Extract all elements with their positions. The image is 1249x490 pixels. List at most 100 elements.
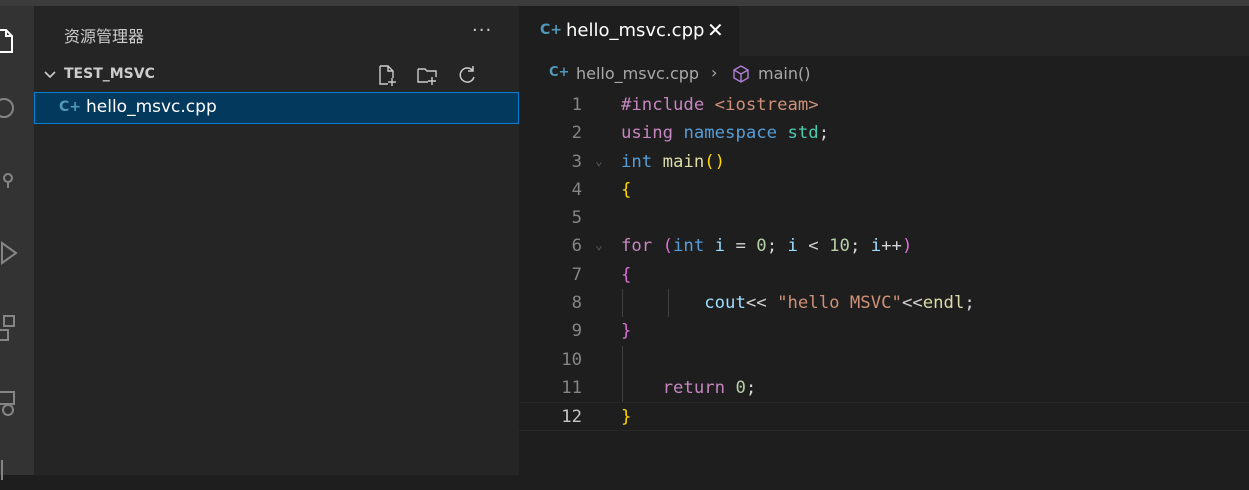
remote-explorer-icon[interactable] [0,388,18,418]
tab-bar: C+ hello_msvc.cpp ✕ [519,6,1249,56]
breadcrumb-symbol[interactable]: main() [758,64,810,83]
line-number: 9 [571,321,582,342]
code-token: ( [662,236,674,257]
code-token: ; [964,293,975,314]
code-token: main [662,151,705,172]
code-token: using [621,123,684,144]
code-text: int main() [621,148,725,176]
testing-icon[interactable] [0,456,18,486]
breadcrumb-file[interactable]: hello_msvc.cpp [576,64,699,83]
code-token: ; [849,236,871,257]
code-line[interactable]: 6 ⌄ for (int i = 0; i < 10; i++) [519,232,1249,260]
line-number: 4 [571,179,582,200]
code-text: { [621,176,631,204]
line-number: 2 [571,123,582,144]
code-token: int [673,236,715,257]
cpp-file-icon: C+ [59,99,82,115]
editor-area: C+ hello_msvc.cpp ✕ C+ hello_msvc.cpp › … [519,6,1249,475]
cpp-file-icon: C+ [540,22,563,38]
code-token: ++ [881,236,902,257]
close-icon[interactable]: ✕ [707,18,724,42]
code-token: i [714,236,726,257]
code-line[interactable]: 1 #include <iostream> [519,91,1249,119]
line-number: 12 [561,407,582,428]
extensions-icon[interactable] [0,312,18,342]
code-token: { [621,264,632,285]
line-number: 11 [561,377,582,398]
code-token: cout [621,293,746,314]
explorer-icon[interactable] [0,26,18,56]
code-token: () [704,151,726,172]
code-token: 0 [735,377,746,398]
run-debug-icon[interactable] [0,238,18,268]
source-control-icon[interactable] [0,166,18,196]
code-token: } [621,321,632,342]
code-line[interactable]: 7{ [519,261,1249,289]
code-text: { [621,261,631,289]
code-token: "hello MSVC" [777,293,902,314]
code-line[interactable]: 12} [519,402,1249,431]
more-actions-icon[interactable]: ··· [472,20,492,41]
code-token: 0 [756,236,767,257]
code-token: int [621,151,663,172]
code-line[interactable]: 3 ⌄ int main() [519,148,1249,176]
code-token: ; [818,123,830,144]
folder-actions [376,64,519,110]
code-token: <iostream> [714,95,819,115]
folder-header[interactable]: TEST_MSVC [34,64,519,110]
code-text: using namespace std; [621,119,829,147]
chevron-down-icon [44,71,56,79]
code-token: << [901,293,923,314]
code-token: << [745,293,778,314]
code-token: std [787,123,819,144]
code-token: = [725,236,757,257]
code-token: } [621,407,632,428]
line-number: 3 [571,151,582,172]
tab-label: hello_msvc.cpp [566,20,705,41]
line-number: 6 [571,236,582,257]
code-token: { [621,179,632,200]
code-line[interactable]: 5 [519,204,1249,232]
explorer-title: 资源管理器 [64,27,145,46]
search-icon[interactable] [0,94,18,124]
chevron-right-icon: › [711,63,718,82]
code-token: i [787,236,798,257]
method-icon [733,65,749,83]
code-token: for [621,236,663,257]
code-token: return [621,377,736,398]
code-text: cout<< "hello MSVC"<<endl; [621,289,975,317]
code-token: ) [901,236,913,257]
code-line[interactable]: 8 cout<< "hello MSVC"<<endl; [519,289,1249,318]
code-editor[interactable]: 1 #include <iostream> 2 using namespace std… [519,91,1249,431]
line-number: 10 [561,349,582,370]
folder-name: TEST_MSVC [64,66,155,82]
breadcrumb: C+ hello_msvc.cpp › main() [519,62,1249,88]
code-token: namespace [683,123,788,144]
new-folder-icon[interactable] [416,64,440,88]
tab-hello-msvc[interactable]: C+ hello_msvc.cpp ✕ [519,6,739,56]
activity-bar [0,6,34,480]
code-token: ; [745,377,757,398]
code-token: 10 [829,236,850,257]
refresh-icon[interactable] [456,64,480,88]
file-item[interactable]: C+ hello_msvc.cpp [34,92,519,124]
code-line[interactable]: 4{ [519,176,1249,204]
line-number: 7 [571,264,582,285]
new-file-icon[interactable] [376,64,400,88]
code-token: endl [922,293,965,314]
code-text: for (int i = 0; i < 10; i++) [621,232,912,260]
cpp-file-icon: C+ [549,65,570,80]
fold-chevron-icon[interactable]: ⌄ [595,232,603,260]
line-number: 5 [571,208,582,229]
code-line[interactable]: 2 using namespace std; [519,119,1249,147]
explorer-sidebar: 资源管理器 ··· TEST_MSVC C+ hello_msvc.cpp [34,6,519,475]
code-line[interactable]: 10 [519,345,1249,374]
code-token: i [870,236,882,257]
code-token: < [797,236,830,257]
code-text: #include <iostream> [621,91,819,119]
code-line[interactable]: 9} [519,317,1249,345]
fold-chevron-icon[interactable]: ⌄ [595,148,603,176]
code-text: } [621,317,631,345]
code-line[interactable]: 11 return 0; [519,373,1249,403]
line-number: 8 [571,293,582,314]
